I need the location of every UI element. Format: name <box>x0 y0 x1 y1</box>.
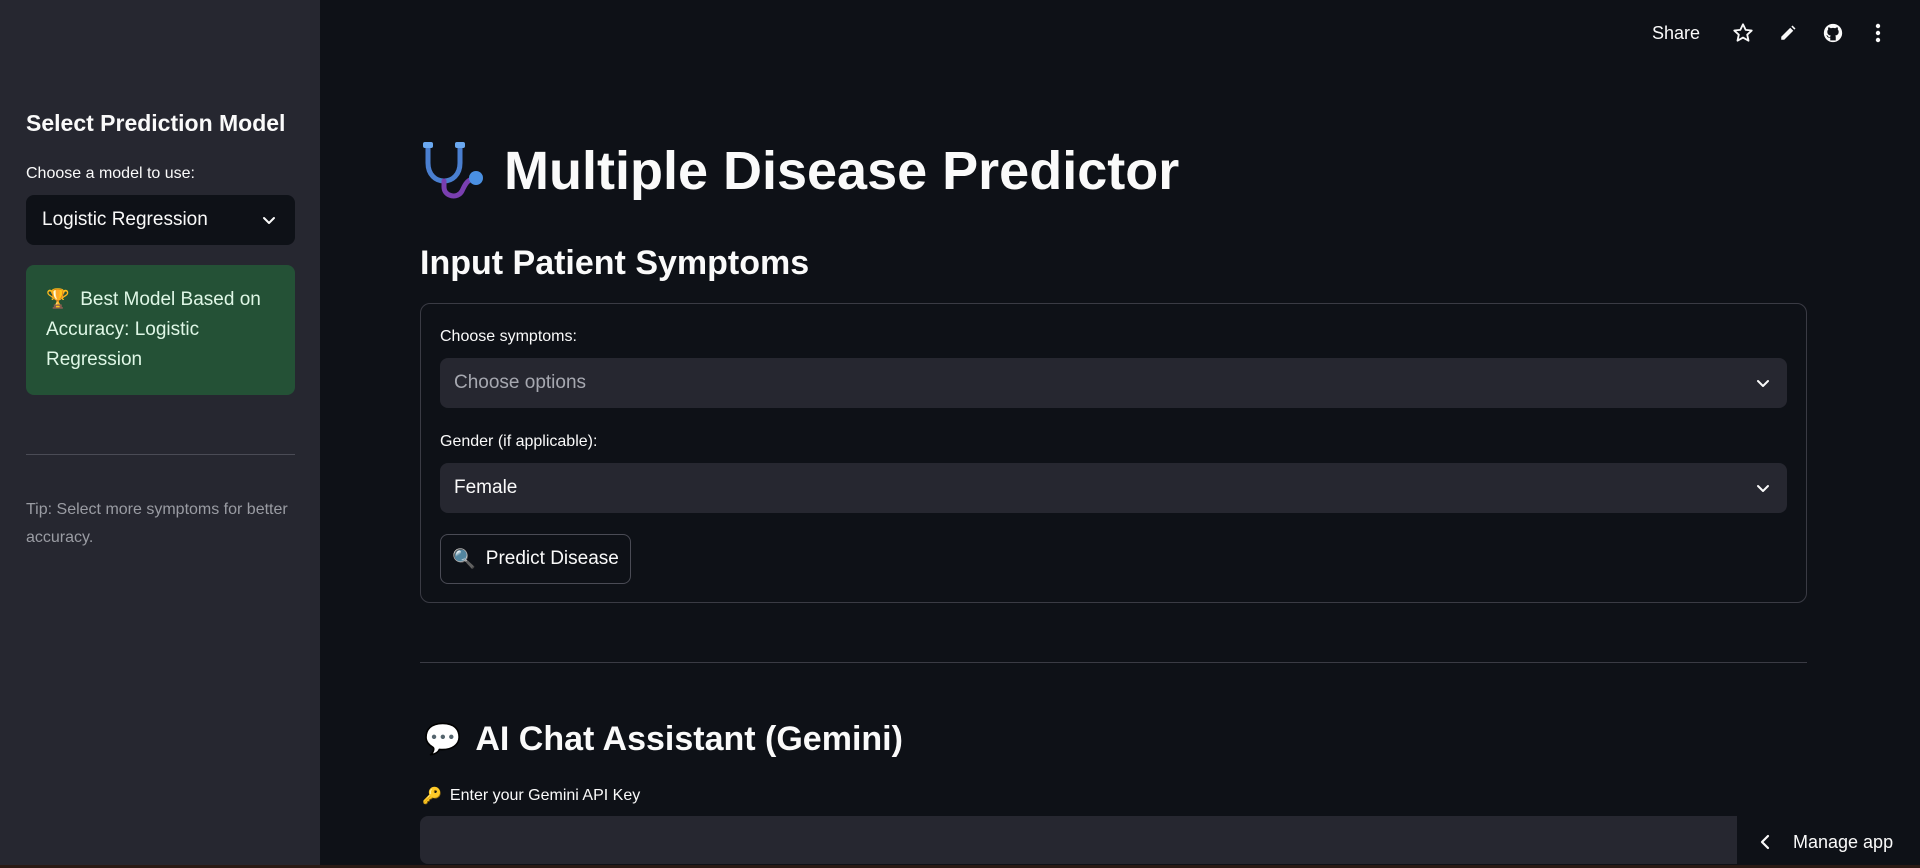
best-model-alert: 🏆 Best Model Based on Accuracy: Logistic… <box>26 265 295 395</box>
chevron-down-icon <box>263 217 275 224</box>
sidebar-tip: Tip: Select more symptoms for better acc… <box>26 501 288 546</box>
pencil-icon[interactable] <box>1765 18 1810 48</box>
api-key-label: 🔑 Enter your Gemini API Key <box>422 786 640 806</box>
api-key-input[interactable] <box>420 816 1807 864</box>
star-icon[interactable] <box>1720 18 1765 48</box>
chevron-left-icon <box>1760 834 1770 850</box>
chevron-down-icon <box>1757 485 1769 492</box>
magnifier-icon: 🔍 <box>452 549 476 570</box>
manage-app-label: Manage app <box>1793 831 1894 852</box>
best-model-text: Best Model Based on Accuracy: Logistic R… <box>46 289 261 370</box>
header-toolbar: Share <box>1652 18 1900 48</box>
github-icon[interactable] <box>1810 18 1855 48</box>
gender-label: Gender (if applicable): <box>440 433 598 450</box>
symptoms-form: Choose symptoms: Choose options Gender (… <box>420 303 1807 603</box>
share-button[interactable]: Share <box>1652 23 1700 44</box>
section-title: Input Patient Symptoms <box>420 244 810 282</box>
speech-bubble-icon: 💬 <box>424 723 462 756</box>
model-select-label: Choose a model to use: <box>26 165 195 182</box>
section-divider <box>420 662 1807 663</box>
model-select-value: Logistic Regression <box>42 209 208 230</box>
app-root: Select Prediction Model Choose a model t… <box>0 0 1920 868</box>
predict-disease-button[interactable]: 🔍 Predict Disease <box>440 534 631 584</box>
api-key-label-text: Enter your Gemini API Key <box>449 787 641 804</box>
predict-button-label: Predict Disease <box>485 548 619 569</box>
symptoms-label: Choose symptoms: <box>440 328 577 345</box>
stethoscope-icon <box>423 142 483 199</box>
manage-app-button[interactable]: Manage app <box>1737 816 1920 868</box>
gender-value: Female <box>454 477 518 498</box>
key-icon: 🔑 <box>422 788 442 805</box>
sidebar: Select Prediction Model Choose a model t… <box>0 0 320 868</box>
trophy-icon: 🏆 <box>46 289 70 310</box>
chevron-down-icon <box>1757 380 1769 387</box>
more-vertical-icon[interactable] <box>1855 18 1900 48</box>
model-select[interactable]: Logistic Regression <box>26 195 295 245</box>
symptoms-placeholder: Choose options <box>454 372 587 393</box>
sidebar-title: Select Prediction Model <box>26 110 286 136</box>
chat-section-title: 💬 AI Chat Assistant (Gemini) <box>424 720 903 759</box>
chat-title-text: AI Chat Assistant (Gemini) <box>475 720 903 758</box>
page-title: Multiple Disease Predictor <box>420 140 1179 202</box>
gender-select[interactable]: Female <box>440 463 1787 513</box>
symptoms-multiselect[interactable]: Choose options <box>440 358 1787 408</box>
sidebar-divider <box>26 454 295 455</box>
page-title-text: Multiple Disease Predictor <box>504 141 1180 201</box>
